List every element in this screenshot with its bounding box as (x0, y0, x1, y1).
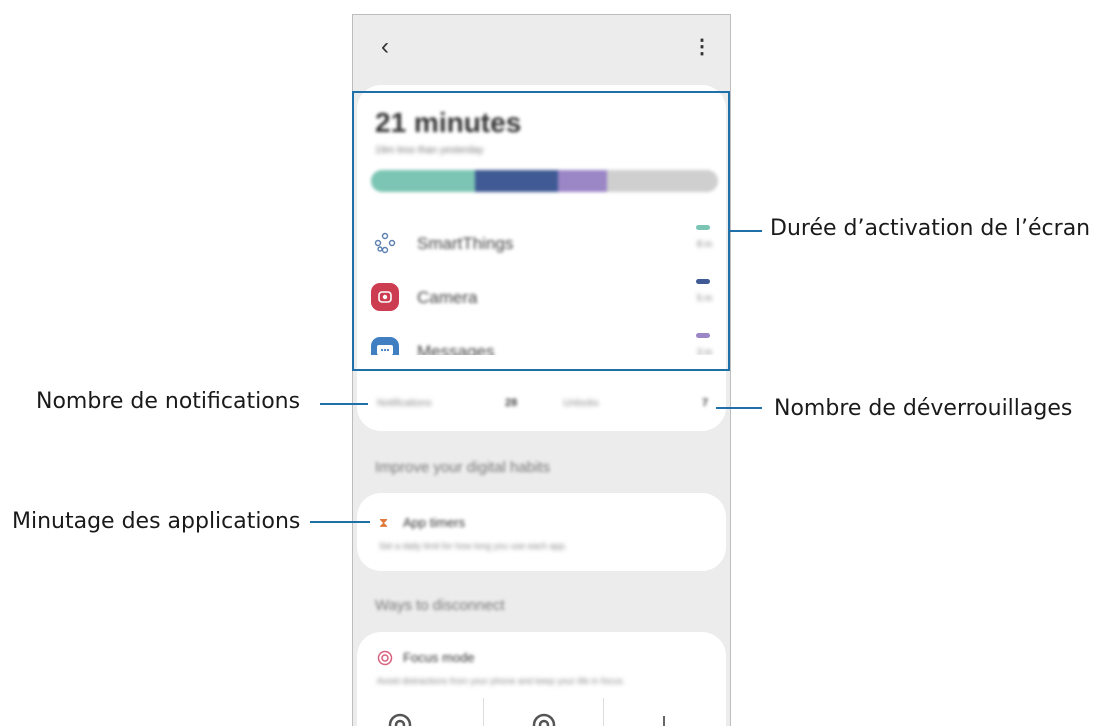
target-icon[interactable] (387, 712, 413, 726)
screen-time-highlight (352, 91, 730, 371)
focus-mode-title: Focus mode (403, 650, 475, 665)
top-bar: ‹ ⋮ (353, 15, 730, 81)
notifications-label: Notifications (377, 398, 432, 409)
target-icon (377, 650, 393, 671)
chevron-left-icon[interactable]: ‹ (375, 35, 395, 59)
app-timers-leader (310, 521, 370, 523)
focus-divider (603, 698, 604, 726)
app-timers-card[interactable]: ⧗ App timers Set a daily limit for how l… (357, 493, 726, 571)
habits-section-title: Improve your digital habits (375, 459, 551, 476)
app-timers-description: Set a daily limit for how long you use e… (379, 541, 568, 551)
focus-divider (483, 698, 484, 726)
focus-mode-card[interactable]: Focus mode Avoid distractions from your … (357, 632, 726, 726)
hourglass-icon: ⧗ (379, 515, 389, 530)
disconnect-section-title: Ways to disconnect (375, 597, 505, 614)
unlocks-leader (716, 407, 762, 409)
app-timers-callout: Minutage des applications (12, 509, 301, 534)
unlocks-count: 7 (702, 397, 709, 409)
target-icon[interactable] (531, 712, 557, 726)
unlocks-label: Unlocks (563, 398, 599, 409)
screen-time-callout: Durée d’activation de l’écran (770, 216, 1091, 241)
app-timers-title: App timers (403, 515, 466, 530)
notifications-count: 28 (505, 397, 518, 409)
notifications-leader (320, 403, 368, 405)
unlocks-callout: Nombre de déverrouillages (774, 396, 1073, 421)
notifications-callout: Nombre de notifications (36, 389, 301, 414)
more-vertical-icon[interactable]: ⋮ (692, 35, 712, 59)
screen-time-leader (730, 230, 762, 232)
focus-mode-description: Avoid distractions from your phone and k… (377, 676, 625, 686)
